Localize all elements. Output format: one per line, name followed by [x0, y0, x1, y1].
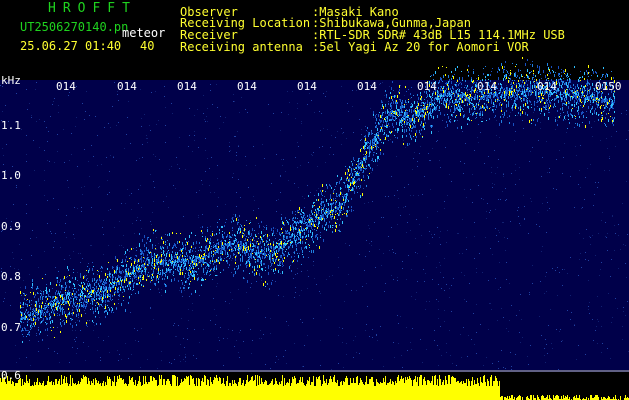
spectrogram: [0, 57, 629, 400]
x-tick-label: 014: [297, 80, 317, 93]
y-tick-label: 0.9: [1, 220, 21, 233]
y-tick-label: 1.1: [1, 119, 21, 132]
x-tick-label: 014: [177, 80, 197, 93]
unit-label: kHz: [1, 74, 21, 87]
y-tick-label: 0.7: [1, 321, 21, 334]
x-tick-label: 014: [477, 80, 497, 93]
x-tick-label: 014: [56, 80, 76, 93]
x-tick-label: 014: [417, 80, 437, 93]
x-tick-label: 014: [117, 80, 137, 93]
y-tick-label: 0.8: [1, 270, 21, 283]
x-tick-label: 014: [357, 80, 377, 93]
x-tick-label: 014: [537, 80, 557, 93]
x-tick-label: 0150: [595, 80, 622, 93]
y-tick-label: 0.6: [1, 369, 21, 382]
x-tick-label: 014: [237, 80, 257, 93]
y-tick-label: 1.0: [1, 169, 21, 182]
